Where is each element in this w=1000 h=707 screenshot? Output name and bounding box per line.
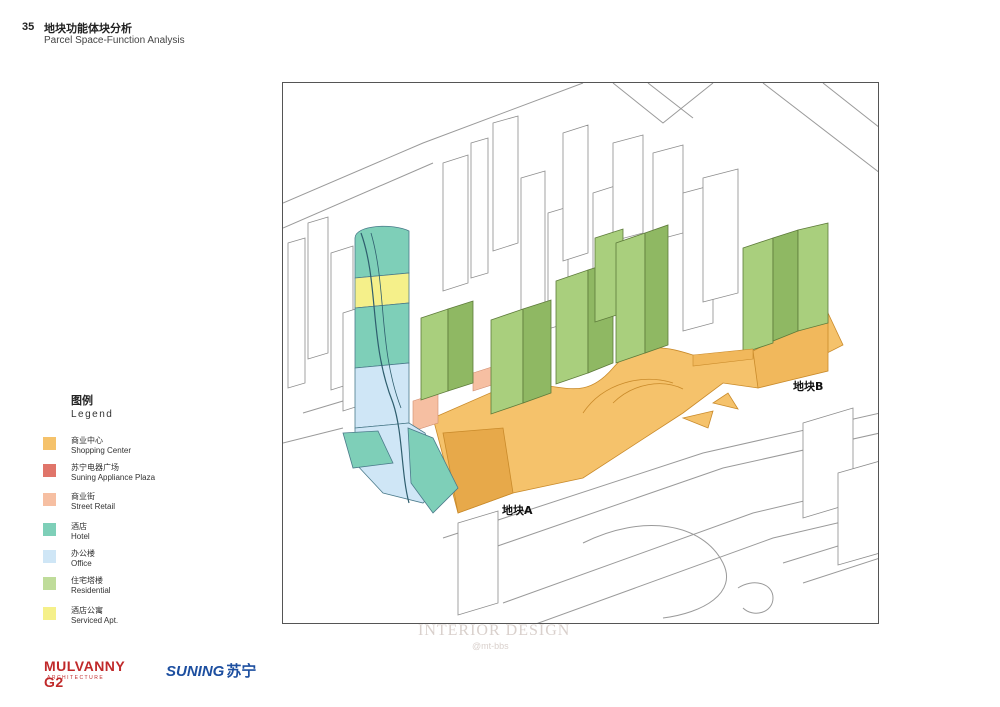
mulvanny-logo-sub: ARCHITECTURE <box>47 675 105 681</box>
legend-item-serviced-apt: 酒店公寓 Serviced Apt. <box>43 605 243 631</box>
legend-label-cn: 酒店 <box>71 522 87 531</box>
legend-item-suning-appliance-plaza: 苏宁电器广场 Suning Appliance Plaza <box>43 462 243 488</box>
legend-item-residential: 住宅塔楼 Residential <box>43 575 243 601</box>
legend-item-street-retail: 商业街 Street Retail <box>43 491 243 517</box>
watermark-text: INTERIOR DESIGN <box>418 622 571 639</box>
legend-label-cn: 酒店公寓 <box>71 606 103 615</box>
legend-title-cn: 图例 <box>71 394 93 407</box>
legend-label-en: Shopping Center <box>71 446 132 455</box>
parcel-b-label: 地块B <box>793 379 823 393</box>
legend-label-en: Street Retail <box>71 502 116 511</box>
legend-swatch <box>43 607 56 620</box>
suning-logo-cn: 苏宁 <box>226 662 257 680</box>
legend-swatch <box>43 550 56 563</box>
suning-logo: SUNING 苏宁 <box>166 660 256 681</box>
legend-swatch <box>43 437 56 450</box>
legend-item-office: 办公楼 Office <box>43 548 243 574</box>
legend-label-en: Office <box>71 559 92 568</box>
legend-label-cn: 商业街 <box>71 492 95 501</box>
mulvanny-logo-text: MULVANNY G2 <box>44 658 125 690</box>
legend-item-shopping-center: 商业中心 Shopping Center <box>43 435 243 461</box>
legend-swatch <box>43 577 56 590</box>
legend-label-cn: 住宅塔楼 <box>71 576 103 585</box>
legend-label-cn: 苏宁电器广场 <box>71 463 119 472</box>
legend-label-cn: 商业中心 <box>71 436 103 445</box>
legend-swatch <box>43 523 56 536</box>
legend-swatch <box>43 464 56 477</box>
page-title-cn: 地块功能体块分析 <box>44 22 132 35</box>
page-title-en: Parcel Space-Function Analysis <box>44 35 185 46</box>
suning-logo-text: SUNING <box>166 663 225 680</box>
legend-swatch <box>43 493 56 506</box>
legend-label-cn: 办公楼 <box>71 549 95 558</box>
mulvanny-g2-logo: MULVANNY G2 ARCHITECTURE <box>44 658 149 690</box>
page-number: 35 <box>22 21 35 33</box>
parcel-a-label: 地块A <box>502 503 533 517</box>
legend-label-en: Suning Appliance Plaza <box>71 473 156 482</box>
watermark-sub: @mt-bbs <box>472 641 509 651</box>
legend-item-hotel: 酒店 Hotel <box>43 521 243 547</box>
legend-label-en: Residential <box>71 586 111 595</box>
legend-label-en: Hotel <box>71 532 90 541</box>
legend-label-en: Serviced Apt. <box>71 616 119 625</box>
massing-diagram: 地块A 地块B <box>282 82 879 624</box>
legend-title-en: Legend <box>71 409 114 420</box>
